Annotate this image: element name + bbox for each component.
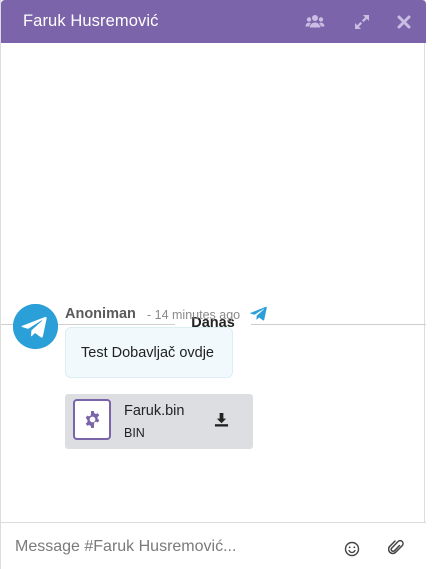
chat-window: Faruk Husremović Danas Anoniman - 14 min… <box>0 0 426 569</box>
message-bubble: Test Dobavljač ovdje <box>65 327 233 378</box>
message-input[interactable] <box>15 535 315 559</box>
day-divider-line <box>251 324 426 325</box>
message-author[interactable]: Anoniman <box>65 306 136 322</box>
message-time: - 14 minutes ago <box>147 308 241 322</box>
file-type: BIN <box>124 426 145 440</box>
download-icon[interactable] <box>214 412 229 427</box>
chat-title: Faruk Husremović <box>23 12 159 30</box>
chat-header: Faruk Husremović <box>1 0 426 43</box>
message-text: Test Dobavljač ovdje <box>81 345 214 361</box>
avatar[interactable] <box>13 304 58 349</box>
message-list[interactable]: Danas <box>1 43 426 522</box>
paperclip-icon[interactable] <box>388 539 404 556</box>
close-icon[interactable] <box>396 14 412 30</box>
file-type-icon <box>73 399 111 440</box>
message-composer <box>1 522 426 569</box>
emoji-icon[interactable] <box>344 541 360 557</box>
expand-icon[interactable] <box>352 12 372 32</box>
users-icon[interactable] <box>305 12 325 32</box>
gear-icon <box>85 410 100 429</box>
file-name[interactable]: Faruk.bin <box>124 403 184 419</box>
file-attachment[interactable]: Faruk.bin BIN <box>65 394 253 449</box>
telegram-icon <box>250 305 267 322</box>
